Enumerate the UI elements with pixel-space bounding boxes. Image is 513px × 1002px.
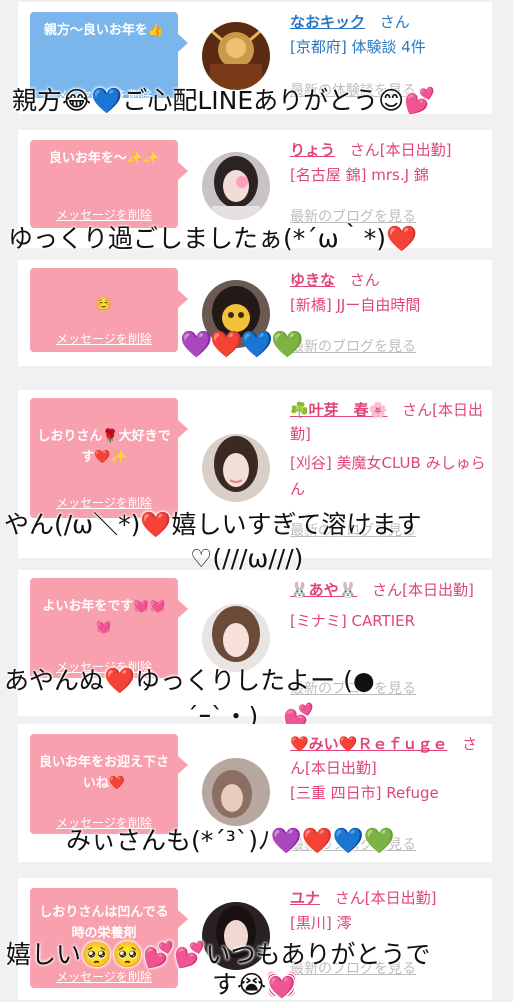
avatar[interactable] <box>202 152 270 220</box>
overlay-caption-1: 親方😂💙ご心配LINEありがとう😊💕 <box>12 86 436 115</box>
user-name-link[interactable]: りょう <box>290 141 335 159</box>
honorific: さん[本日出勤] <box>334 889 437 907</box>
overlay-caption-7b: す😭💓 <box>212 970 298 999</box>
user-name-link[interactable]: ☘️叶芽 春🌸 <box>290 401 387 419</box>
shop-info[interactable]: [ミナミ] CARTIER <box>290 608 486 634</box>
message-text: 親方〜良いお年を👍 <box>43 23 165 38</box>
delete-message-link[interactable]: メッセージを削除 <box>30 330 178 347</box>
user-name-link[interactable]: ゆきな <box>290 271 335 289</box>
see-latest-link[interactable]: 最新のブログを見る <box>290 336 416 356</box>
message-text: 良いお年をお迎え下さいね❤️ <box>38 755 169 791</box>
shop-info[interactable]: [三重 四日市] Refuge <box>290 780 486 806</box>
honorific: さん <box>349 271 380 289</box>
avatar[interactable] <box>202 434 270 502</box>
message-text: しおりさん🌹大好きです❤️✨ <box>37 429 171 465</box>
message-bubble: しおりさん🌹大好きです❤️✨ メッセージを削除 <box>30 398 188 518</box>
shop-info[interactable]: [刈谷] 美魔女CLUB みしゅらん <box>290 450 486 502</box>
shop-info[interactable]: [黒川] 澪 <box>290 910 486 936</box>
overlay-caption-4a: やん(/ω＼*)❤️嬉しいすぎて溶けます <box>4 510 422 539</box>
message-bubble: よいお年をです💓💓💓 メッセージを削除 <box>30 578 188 678</box>
avatar[interactable] <box>202 604 270 672</box>
shop-info[interactable]: [新橋] JJー自由時間 <box>290 292 486 318</box>
shop-info[interactable]: [京都府] 体験談 4件 <box>290 34 486 60</box>
user-name-link[interactable]: ユナ <box>290 889 320 907</box>
overlay-caption-2: ゆっくり過ごしましたぁ(*´ω｀*)❤️ <box>8 224 418 253</box>
avatar[interactable] <box>202 758 270 826</box>
overlay-caption-6: みぃさんも(*´³`)ﾉ💜❤️💙💚 <box>66 826 396 855</box>
shop-info[interactable]: [名古屋 錦] mrs.J 錦 <box>290 162 486 188</box>
overlay-caption-7a: 嬉しい🥺🥺💕💕いつもありがとうで <box>6 940 431 969</box>
honorific: さん[本日出勤] <box>349 141 452 159</box>
message-text: 良いお年を〜✨✨ <box>48 151 160 166</box>
user-name-link[interactable]: なおキック <box>290 13 365 31</box>
user-name-link[interactable]: ❤️みい❤️Ｒｅｆｕｇｅ <box>290 735 447 753</box>
message-bubble: 良いお年をお迎え下さいね❤️ メッセージを削除 <box>30 734 188 834</box>
heart-emoji-overlay: 💜❤️💙💚 <box>180 330 303 360</box>
message-bubble: ☺️ メッセージを削除 <box>30 268 188 352</box>
honorific: さん <box>379 13 410 31</box>
honorific: さん[本日出勤] <box>372 581 474 599</box>
avatar[interactable] <box>202 22 270 90</box>
message-bubble: 良いお年を〜✨✨ メッセージを削除 <box>30 140 188 228</box>
delete-message-link[interactable]: メッセージを削除 <box>30 206 178 223</box>
user-name-link[interactable]: 🐰あや🐰 <box>290 581 357 599</box>
message-text: よいお年をです💓💓💓 <box>42 599 166 635</box>
message-text: ☺️ <box>95 297 113 312</box>
overlay-caption-5a: あやんぬ❤️ゆっくりしたよー (● <box>4 666 375 695</box>
